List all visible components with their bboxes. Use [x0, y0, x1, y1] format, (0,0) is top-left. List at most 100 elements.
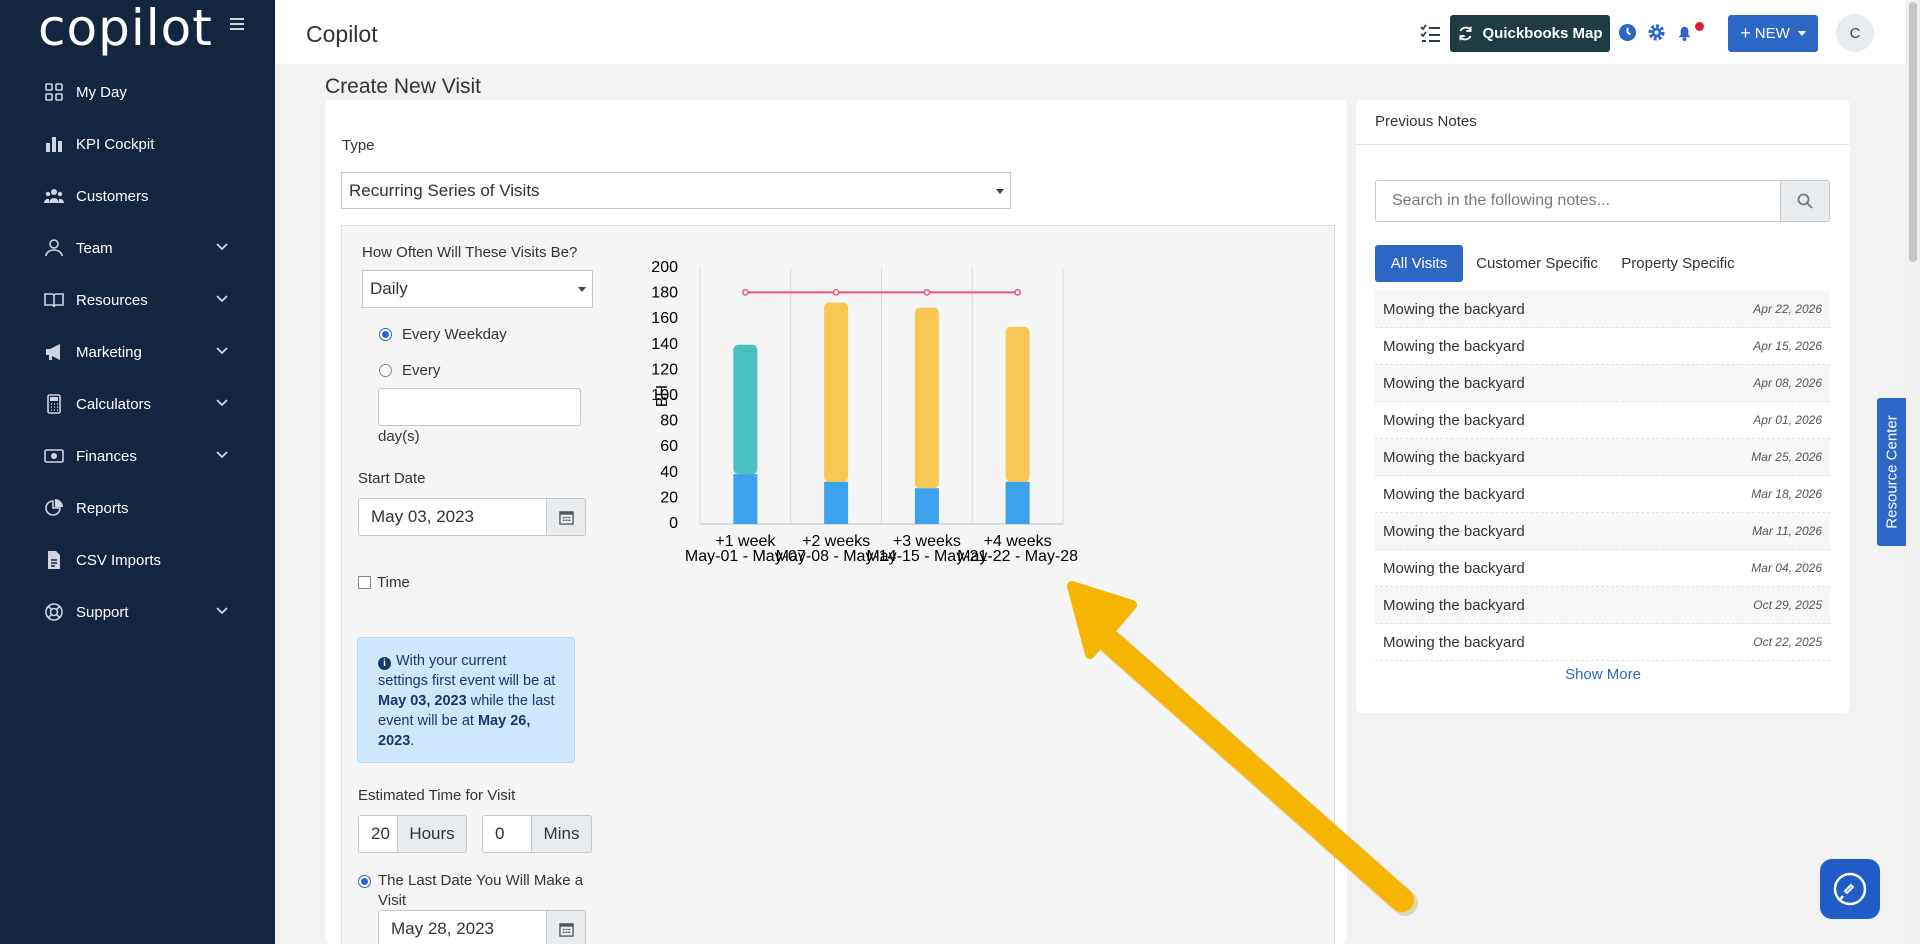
every-days-input[interactable] [378, 388, 581, 426]
note-date: Oct 29, 2025 [1753, 598, 1822, 612]
days-label: day(s) [378, 428, 420, 445]
sidebar-item-label: Support [76, 603, 129, 621]
note-row[interactable]: Mowing the backyard Mar 25, 2026 [1375, 439, 1830, 476]
last-date-input[interactable]: May 28, 2023 [378, 910, 547, 944]
sidebar-item-reports[interactable]: Reports [0, 482, 275, 534]
note-text: Mowing the backyard [1383, 411, 1525, 429]
sidebar-item-csv-imports[interactable]: CSV Imports [0, 534, 275, 586]
start-date-calendar-button[interactable] [546, 498, 586, 536]
note-row[interactable]: Mowing the backyard Apr 22, 2026 [1375, 291, 1830, 328]
sidebar-item-kpi-cockpit[interactable]: KPI Cockpit [0, 118, 275, 170]
top-header: Copilot Quickbooks Map + NEW C [275, 0, 1906, 64]
note-row[interactable]: Mowing the backyard Mar 11, 2026 [1375, 513, 1830, 550]
sidebar-item-label: KPI Cockpit [76, 135, 155, 153]
user-avatar[interactable]: C [1836, 14, 1874, 52]
every-n-days-option[interactable]: Every [379, 362, 440, 379]
notes-list: Mowing the backyard Apr 22, 2026 Mowing th… [1375, 291, 1830, 661]
note-row[interactable]: Mowing the backyard Mar 04, 2026 [1375, 550, 1830, 587]
note-row[interactable]: Mowing the backyard Apr 15, 2026 [1375, 328, 1830, 365]
sidebar-item-team[interactable]: Team [0, 222, 275, 274]
every-n-days-radio[interactable] [379, 364, 392, 377]
schedule-info-box: i With your current settings first event … [357, 637, 575, 763]
new-label: NEW [1754, 25, 1790, 42]
sidebar-item-resources[interactable]: Resources [0, 274, 275, 326]
x-tick-sublabel: May-22 - May-28 [957, 548, 1078, 565]
y-tick-label: 20 [660, 489, 678, 506]
notes-search-input[interactable]: Search in the following notes... [1375, 180, 1781, 222]
bar-segment [733, 474, 758, 524]
chevron-down-icon[interactable] [215, 344, 229, 358]
note-row[interactable]: Mowing the backyard Apr 08, 2026 [1375, 365, 1830, 402]
sidebar-item-marketing[interactable]: Marketing [0, 326, 275, 378]
last-date-calendar-button[interactable] [546, 910, 586, 944]
plus-icon: + [1740, 23, 1751, 43]
time-checkbox[interactable] [358, 576, 371, 589]
note-text: Mowing the backyard [1383, 485, 1525, 503]
chevron-down-icon[interactable] [215, 396, 229, 410]
last-date-option[interactable]: The Last Date You Will Make a Visit [358, 871, 588, 911]
tab-property-specific[interactable]: Property Specific [1612, 245, 1744, 282]
sidebar-item-customers[interactable]: Customers [0, 170, 275, 222]
y-tick-label: 60 [660, 438, 678, 455]
quickbooks-map-label: Quickbooks Map [1482, 25, 1603, 42]
sidebar-item-label: Marketing [76, 343, 142, 361]
start-date-input[interactable]: May 03, 2023 [358, 498, 547, 536]
sidebar-item-calculators[interactable]: Calculators [0, 378, 275, 430]
quickbooks-map-button[interactable]: Quickbooks Map [1450, 15, 1610, 52]
clock-icon[interactable] [1618, 23, 1637, 42]
sidebar-item-label: Resources [76, 291, 148, 309]
sidebar-item-label: Reports [76, 499, 129, 517]
page-scrollbar[interactable] [1906, 0, 1920, 944]
chat-button[interactable] [1820, 859, 1880, 919]
time-option[interactable]: Time [358, 574, 410, 591]
chevron-down-icon[interactable] [215, 604, 229, 618]
tab-all-visits[interactable]: All Visits [1375, 245, 1463, 282]
chevron-down-icon[interactable] [215, 240, 229, 254]
caret-down-icon [1797, 31, 1806, 36]
money-icon [44, 446, 64, 466]
hours-input[interactable]: 20 [358, 815, 398, 853]
target-line-point [923, 288, 931, 296]
note-date: Mar 11, 2026 [1752, 524, 1822, 538]
sidebar-item-support[interactable]: Support [0, 586, 275, 638]
last-date-radio[interactable] [358, 875, 371, 888]
frequency-label: How Often Will These Visits Be? [362, 244, 578, 261]
sync-icon [1459, 26, 1473, 41]
every-weekday-option[interactable]: Every Weekday [379, 326, 507, 343]
note-row[interactable]: Mowing the backyard Apr 01, 2026 [1375, 402, 1830, 439]
lifebuoy-icon [44, 602, 64, 622]
tab-customer-specific[interactable]: Customer Specific [1471, 245, 1603, 282]
target-line-point [832, 288, 840, 296]
tasks-list-icon[interactable] [1420, 24, 1440, 42]
gear-icon[interactable] [1647, 23, 1666, 42]
note-row[interactable]: Mowing the backyard Oct 22, 2025 [1375, 624, 1830, 661]
note-text: Mowing the backyard [1383, 337, 1525, 355]
scrollbar-thumb[interactable] [1909, 2, 1917, 262]
notification-badge [1695, 22, 1704, 31]
every-weekday-radio[interactable] [379, 328, 392, 341]
show-more-link[interactable]: Show More [1356, 666, 1850, 683]
note-row[interactable]: Mowing the backyard Mar 18, 2026 [1375, 476, 1830, 513]
book-icon [44, 290, 64, 310]
mins-input[interactable]: 0 [482, 815, 532, 853]
sidebar-item-my-day[interactable]: My Day [0, 66, 275, 118]
frequency-select[interactable]: Daily [362, 270, 593, 308]
mins-addon: Mins [531, 815, 592, 853]
chevron-down-icon[interactable] [215, 448, 229, 462]
bar-segment [1005, 481, 1030, 524]
search-icon [1797, 193, 1813, 209]
sidebar-item-finances[interactable]: Finances [0, 430, 275, 482]
resource-center-tab[interactable]: Resource Center [1877, 398, 1907, 546]
notes-search-button[interactable] [1780, 180, 1830, 222]
previous-notes-card: Previous Notes Search in the following n… [1356, 100, 1850, 713]
type-select[interactable]: Recurring Series of Visits [341, 172, 1011, 209]
note-text: Mowing the backyard [1383, 448, 1525, 466]
note-row[interactable]: Mowing the backyard Oct 29, 2025 [1375, 587, 1830, 624]
note-text: Mowing the backyard [1383, 300, 1525, 318]
new-button[interactable]: + NEW [1728, 15, 1818, 52]
copilot-logo[interactable]: copilot [38, 0, 213, 56]
bell-icon[interactable] [1675, 23, 1694, 42]
hamburger-menu-icon[interactable] [230, 18, 244, 33]
y-tick-label: 160 [651, 310, 678, 327]
chevron-down-icon[interactable] [215, 292, 229, 306]
